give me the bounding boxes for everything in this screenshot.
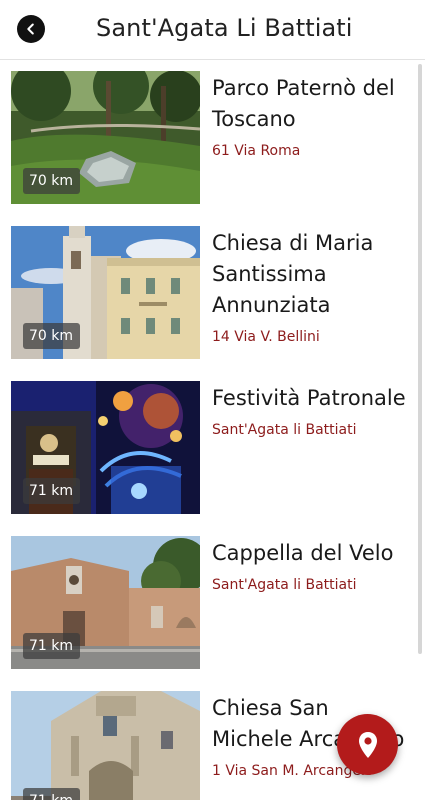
places-list[interactable]: 70 km Parco Paternò del Toscano 61 Via R… — [0, 61, 425, 800]
distance-badge: 71 km — [23, 478, 81, 504]
back-button[interactable] — [17, 15, 45, 43]
place-name: Cappella del Velo Sant'Agata li Battiati — [212, 538, 412, 595]
place-address: Sant'Agata li Battiati — [212, 577, 357, 593]
scrollbar[interactable] — [418, 64, 422, 654]
list-item[interactable]: 70 km Parco Paternò del Toscano 61 Via R… — [0, 61, 425, 211]
place-name-text: Parco Paternò del Toscano — [212, 76, 395, 131]
list-item[interactable]: 71 km Festività Patronale Sant'Agata li … — [0, 371, 425, 521]
distance-badge: 70 km — [23, 168, 81, 194]
place-image: 70 km — [11, 226, 200, 359]
app-header: Sant'Agata Li Battiati — [0, 0, 425, 60]
place-address: Sant'Agata li Battiati — [212, 422, 357, 438]
place-name-text: Chiesa di Maria Santissima Annunziata — [212, 231, 374, 317]
page-title: Sant'Agata Li Battiati — [96, 14, 353, 42]
list-item[interactable]: 70 km Chiesa di Maria Santissima Annunzi… — [0, 216, 425, 366]
place-address: 61 Via Roma — [212, 143, 301, 159]
place-name-text: Cappella del Velo — [212, 541, 394, 565]
place-image: 70 km — [11, 71, 200, 204]
place-image: 71 km — [11, 381, 200, 514]
place-name: Festività Patronale Sant'Agata li Battia… — [212, 383, 412, 440]
list-item[interactable]: 71 km Cappella del Velo Sant'Agata li Ba… — [0, 526, 425, 676]
distance-badge: 71 km — [23, 788, 81, 800]
place-image: 71 km — [11, 536, 200, 669]
place-name-text: Festività Patronale — [212, 386, 406, 410]
place-image: 71 km — [11, 691, 200, 800]
distance-badge: 70 km — [23, 323, 81, 349]
place-name: Chiesa di Maria Santissima Annunziata 14… — [212, 228, 412, 347]
map-button[interactable] — [337, 714, 398, 775]
chevron-left-icon — [27, 23, 34, 35]
place-address: 14 Via V. Bellini — [212, 329, 320, 345]
place-name: Parco Paternò del Toscano 61 Via Roma — [212, 73, 412, 161]
distance-badge: 71 km — [23, 633, 81, 659]
map-pin-icon — [358, 731, 377, 758]
